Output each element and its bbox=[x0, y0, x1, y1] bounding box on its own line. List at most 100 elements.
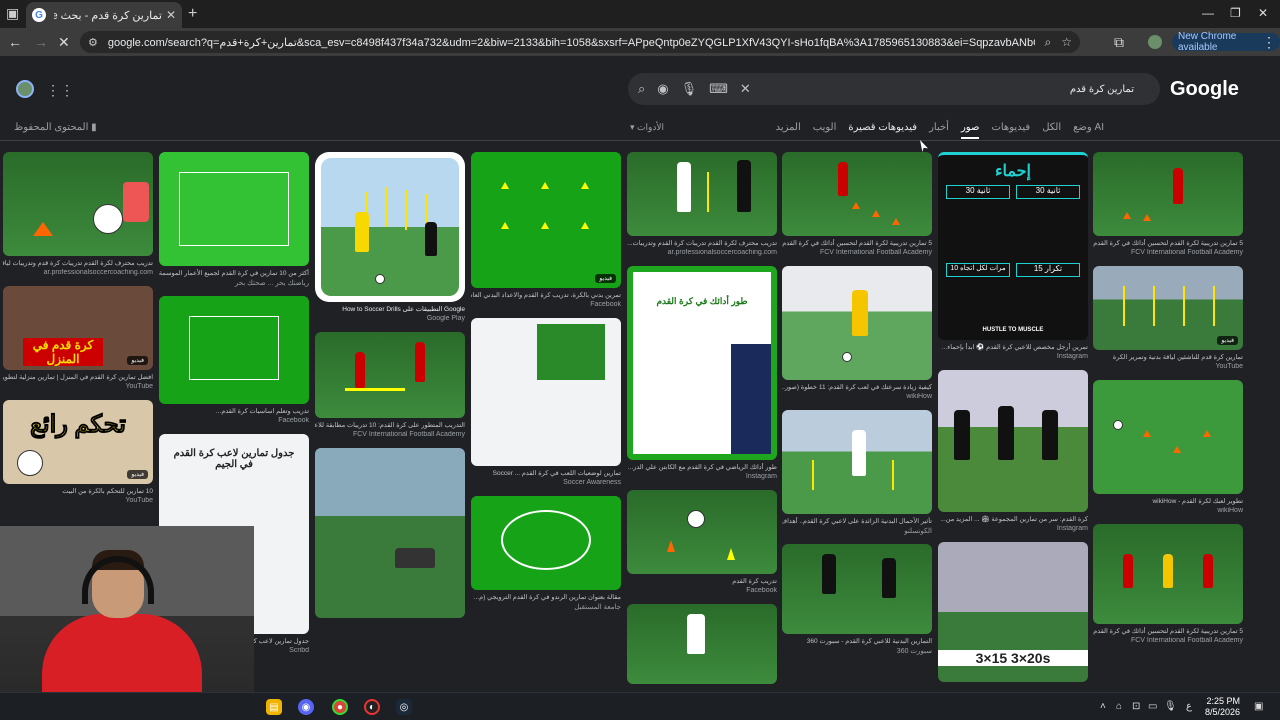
image-result[interactable]: كيفية زيادة سرعتك في لعب كرة القدم: 11 خ… bbox=[782, 266, 932, 402]
tab-videos[interactable]: فيديوهات bbox=[991, 122, 1030, 139]
bookmark-icon: ▮ bbox=[91, 122, 97, 133]
image-result[interactable]: Google التطبيقات على How to Soccer Drill… bbox=[315, 152, 465, 324]
tab-all[interactable]: الكل bbox=[1042, 122, 1061, 139]
image-result[interactable]: إحماء 30 ثانية 30 ثانية 10 مرات لكل اتجا… bbox=[938, 152, 1088, 362]
result-source[interactable]: سبورت 360 bbox=[782, 647, 932, 656]
tools-dropdown[interactable]: ▾ الأدوات bbox=[630, 122, 664, 133]
forward-icon[interactable]: → bbox=[34, 34, 48, 50]
address-bar[interactable]: ⚙ google.com/search?q=تمارين+كرة+قدم&sca… bbox=[80, 31, 1080, 53]
result-source[interactable]: FCV International Football Academy bbox=[1093, 249, 1243, 258]
result-source[interactable]: FCV International Football Academy bbox=[782, 249, 932, 258]
result-source[interactable]: جامعة المستقبل bbox=[471, 603, 621, 612]
profile-avatar[interactable] bbox=[1148, 35, 1162, 49]
result-source[interactable]: Instagram bbox=[938, 353, 1088, 362]
tab-web[interactable]: الويب bbox=[813, 122, 837, 139]
result-source[interactable]: ar.professionalsoccercoaching.com bbox=[3, 269, 153, 278]
clear-icon[interactable]: ✕ bbox=[740, 81, 751, 97]
image-result[interactable] bbox=[315, 448, 465, 618]
close-window-icon[interactable]: ✕ bbox=[1258, 6, 1268, 20]
saved-content-link[interactable]: المحتوى المحفوظ ▮ bbox=[14, 122, 97, 133]
minimize-icon[interactable]: — bbox=[1202, 6, 1214, 20]
image-result[interactable]: مقالة بعنوان تمارين الرندو في كرة القدم … bbox=[471, 496, 621, 612]
image-result[interactable]: تأثير الأحمال البدنية الزائدة على لاعبي … bbox=[782, 410, 932, 536]
image-result[interactable]: كرة القدم: سر من تمارين المجموعة 🏟 ... ا… bbox=[938, 370, 1088, 534]
result-source[interactable]: ar.professionalsoccercoaching.com bbox=[627, 249, 777, 258]
result-source[interactable]: YouTube bbox=[3, 383, 153, 392]
tray-expand-icon[interactable]: ˄ bbox=[1100, 701, 1106, 712]
image-result[interactable]: فيديو تمارين كرة قدم للناشئين لياقة بدني… bbox=[1093, 266, 1243, 372]
menu-icon[interactable]: ⋮ bbox=[1262, 34, 1276, 51]
result-source[interactable]: Google Play bbox=[315, 315, 465, 324]
image-result[interactable]: تحكم رائع فيديو 10 تمارين للتحكم بالكرة … bbox=[3, 400, 153, 506]
image-result[interactable]: طور أدائك في كرة القدم طور أدائك الرياضي… bbox=[627, 266, 777, 482]
image-result[interactable]: تدريب محترف لكرة القدم تدريبات كرة القدم… bbox=[627, 152, 777, 258]
account-avatar[interactable] bbox=[16, 80, 34, 98]
tab-short-videos[interactable]: فيديوهات قصيرة bbox=[848, 122, 917, 139]
mic-icon[interactable]: 🎙 bbox=[681, 81, 698, 97]
tab-ai-mode[interactable]: وضع AI bbox=[1073, 122, 1104, 139]
battery-icon[interactable]: ▭ bbox=[1148, 701, 1157, 712]
result-source[interactable]: FCV International Football Academy bbox=[1093, 637, 1243, 646]
result-source[interactable]: Facebook bbox=[159, 417, 309, 426]
image-result[interactable]: 5 تمارين تدريبية لكرة القدم لتحسين أدائك… bbox=[782, 152, 932, 258]
result-source[interactable]: wikiHow bbox=[782, 393, 932, 402]
site-info-icon[interactable]: ⚙ bbox=[88, 36, 98, 49]
apps-grid-icon[interactable]: ⋮⋮ bbox=[46, 82, 74, 99]
new-tab-icon[interactable]: + bbox=[188, 5, 197, 23]
result-source[interactable]: wikiHow bbox=[1093, 507, 1243, 516]
discord-icon[interactable]: ◉ bbox=[298, 699, 314, 715]
notifications-icon[interactable]: ▣ bbox=[1254, 701, 1263, 712]
tab-more[interactable]: المزيد bbox=[776, 122, 801, 139]
bookmark-star-icon[interactable]: ☆ bbox=[1061, 35, 1072, 49]
extensions-icon[interactable]: ⧉ bbox=[1114, 34, 1124, 51]
image-result[interactable]: أكثر من 10 تمارين في كرة القدم لجميع الأ… bbox=[159, 152, 309, 288]
search-box[interactable]: ⌕ ◉ 🎙 ⌨ ✕ تمارين كرة قدم bbox=[628, 73, 1160, 105]
image-result[interactable]: 5 تمارين تدريبية لكرة القدم لتحسين أدائك… bbox=[1093, 152, 1243, 258]
image-result[interactable]: تدريب وتعلم اساسيات كرة القدم... Faceboo… bbox=[159, 296, 309, 426]
browser-tab[interactable]: G تمارين كرة قدم - بحث Google ✕ bbox=[26, 2, 182, 28]
usb-icon[interactable]: ⊡ bbox=[1132, 701, 1140, 712]
back-icon[interactable]: ← bbox=[8, 34, 22, 50]
zoom-icon[interactable]: ⌕ bbox=[1045, 35, 1052, 50]
image-result[interactable]: 5 تمارين تدريبية لكرة القدم لتحسين أدائك… bbox=[1093, 524, 1243, 646]
result-source[interactable]: Instagram bbox=[938, 525, 1088, 534]
keyboard-icon[interactable]: ⌨ bbox=[709, 81, 728, 97]
image-result[interactable]: كرة قدم في المنزل فيديو افضل تمارين كرة … bbox=[3, 286, 153, 392]
search-input[interactable]: تمارين كرة قدم bbox=[763, 84, 1150, 95]
restore-icon[interactable]: ❐ bbox=[1230, 6, 1241, 20]
mic-tray-icon[interactable]: 🎙 bbox=[1164, 701, 1177, 712]
tab-images[interactable]: صور bbox=[960, 122, 980, 139]
image-result[interactable]: تدريب كرة القدم Facebook bbox=[627, 490, 777, 596]
image-result[interactable]: تدريب محترف لكرة القدم تدريبات كرة قدم و… bbox=[3, 152, 153, 278]
tab-news[interactable]: أخبار bbox=[929, 122, 949, 139]
result-source[interactable]: FCV International Football Academy bbox=[315, 431, 465, 440]
result-source[interactable]: YouTube bbox=[1093, 363, 1243, 372]
result-source[interactable]: Facebook bbox=[471, 301, 621, 310]
result-source[interactable]: YouTube bbox=[3, 497, 153, 506]
language-indicator[interactable]: ع bbox=[1186, 701, 1192, 712]
tab-search-icon[interactable]: ▣ bbox=[6, 5, 19, 22]
image-result[interactable]: تمارين لوضعيات اللعب في كرة القدم ... So… bbox=[471, 318, 621, 488]
search-icon[interactable]: ⌕ bbox=[638, 81, 645, 97]
file-explorer-icon[interactable]: ▤ bbox=[266, 699, 282, 715]
result-source[interactable]: Instagram bbox=[627, 473, 777, 482]
google-logo[interactable]: Google bbox=[1170, 78, 1239, 101]
image-result[interactable]: فيديو تمرين بدني بالكرة، تدريب كرة القدم… bbox=[471, 152, 621, 310]
result-source[interactable]: Soccer Awareness bbox=[471, 479, 621, 488]
stop-icon[interactable]: ✕ bbox=[58, 34, 70, 51]
image-result[interactable]: 3×15 3×20s bbox=[938, 542, 1088, 682]
result-source[interactable]: الكونسلتو bbox=[782, 527, 932, 536]
close-tab-icon[interactable]: ✕ bbox=[166, 8, 176, 22]
chrome-icon[interactable]: ● bbox=[332, 699, 348, 715]
network-icon[interactable]: ⌂ bbox=[1116, 701, 1122, 712]
result-source[interactable]: Facebook bbox=[627, 587, 777, 596]
system-clock[interactable]: 2:25 PM 8/5/2026 bbox=[1202, 696, 1240, 718]
obs-icon[interactable]: ◐ bbox=[364, 699, 380, 715]
image-result[interactable]: تطوير لعبك لكرة القدم - wikiHow wikiHow bbox=[1093, 380, 1243, 516]
image-result[interactable] bbox=[627, 604, 777, 684]
lens-icon[interactable]: ◉ bbox=[657, 81, 668, 97]
image-result[interactable]: التمارين البدنية للاعبي كرة القدم - سبور… bbox=[782, 544, 932, 656]
steam-icon[interactable]: ◎ bbox=[396, 699, 412, 715]
result-source[interactable]: رياضتك بحر ... صحتك بحر bbox=[159, 279, 309, 288]
image-result[interactable]: التدريب المتطور على كرة القدم: 10 تدريبا… bbox=[315, 332, 465, 440]
